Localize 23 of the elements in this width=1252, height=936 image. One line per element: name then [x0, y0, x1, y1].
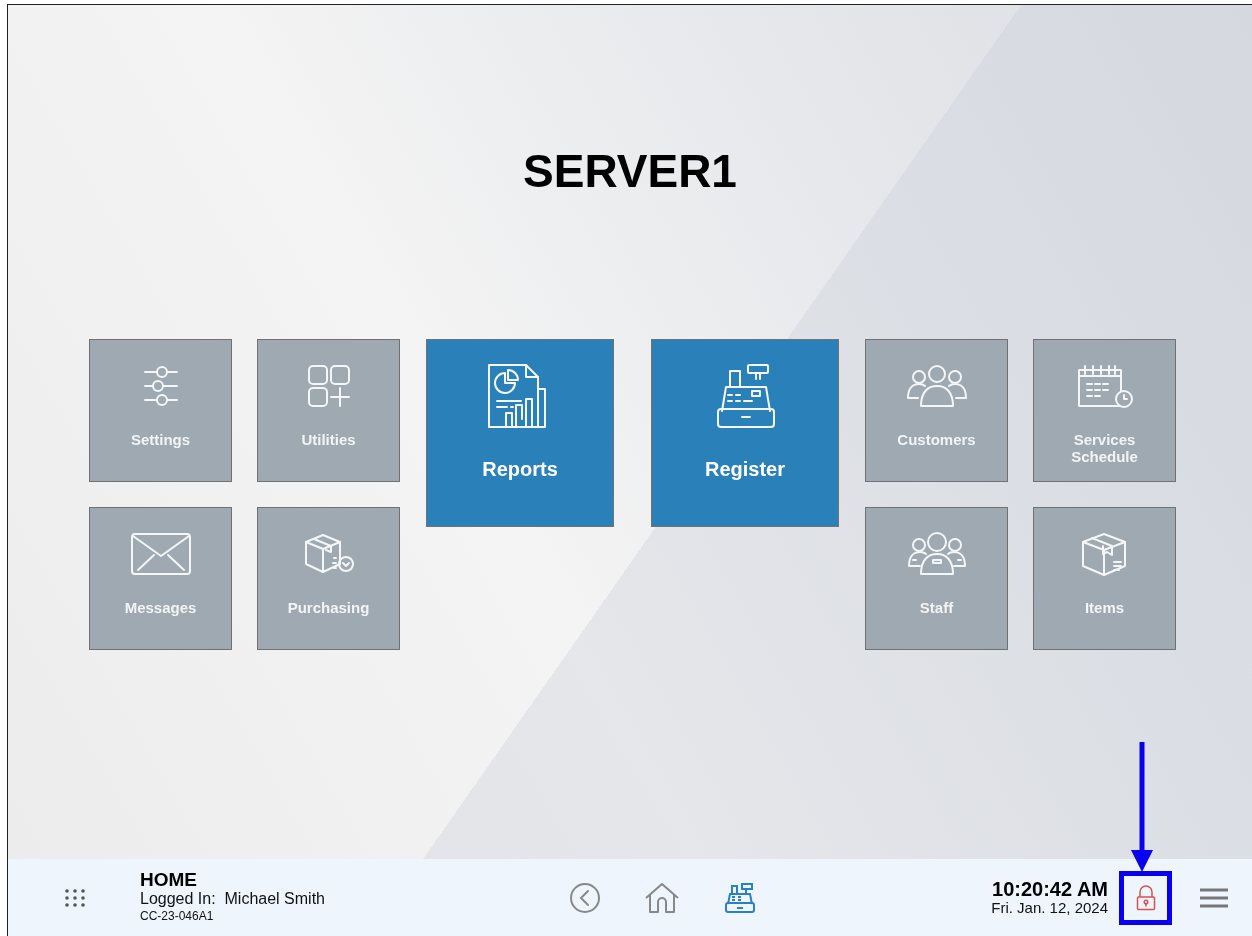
apps-menu-icon[interactable]	[64, 887, 86, 908]
tile-button[interactable]: Services Schedule	[1033, 339, 1176, 482]
tile-button[interactable]: Items	[1033, 507, 1176, 650]
menu-icon[interactable]	[1200, 886, 1228, 909]
large-tile-button[interactable]: Reports	[426, 339, 614, 527]
clock-time: 10:20:42 AM	[992, 878, 1108, 899]
section-title: HOME	[140, 871, 198, 889]
home-icon[interactable]	[644, 881, 680, 914]
terminal-id: CC-23-046A1	[140, 908, 215, 924]
padlock-icon	[1135, 884, 1156, 911]
tile-button[interactable]: Utilities	[257, 339, 400, 482]
tile-button[interactable]: Staff	[865, 507, 1008, 650]
tile-button[interactable]: Customers	[865, 339, 1008, 482]
server-title: SERVER1	[523, 144, 737, 199]
cash-register-icon[interactable]	[723, 881, 757, 914]
tile-button[interactable]: Settings	[89, 339, 232, 482]
lock-button[interactable]	[1119, 870, 1172, 925]
tile-button[interactable]: Purchasing	[257, 507, 400, 650]
back-icon[interactable]	[569, 881, 601, 914]
large-tile-button[interactable]: Register	[651, 339, 839, 527]
tile-button[interactable]: Messages	[89, 507, 232, 650]
clock-date: Fri. Jan. 12, 2024	[991, 898, 1108, 917]
logged-in-text: Logged In: Michael Smith	[140, 889, 326, 908]
